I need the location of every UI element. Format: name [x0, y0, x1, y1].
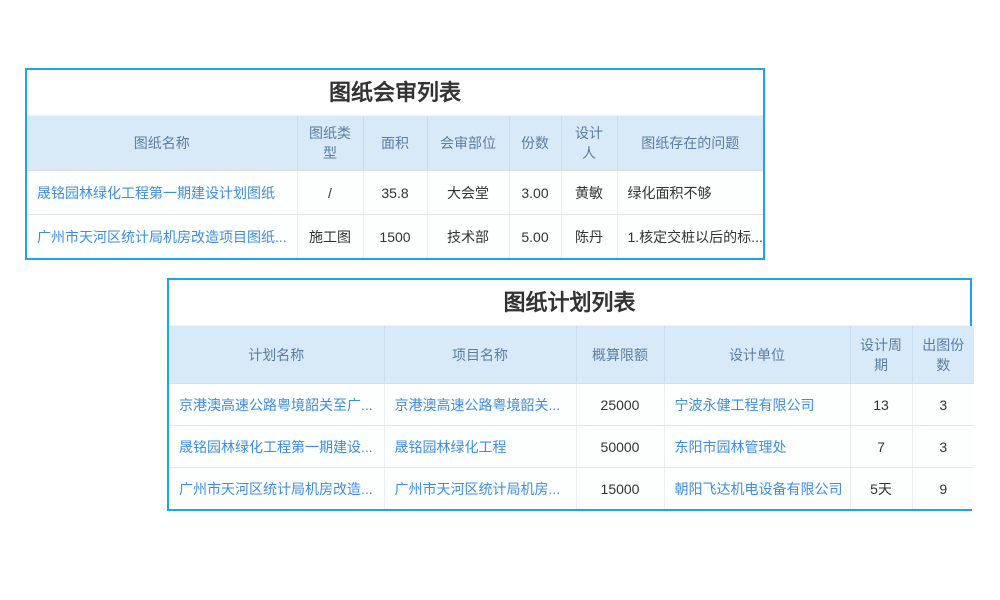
- drawing-type-cell: /: [297, 171, 363, 215]
- design-unit-link[interactable]: 宁波永健工程有限公司: [675, 397, 815, 413]
- drawing-plan-table: 计划名称 项目名称 概算限额 设计单位 设计周期 出图份数 京港澳高速公路粤境韶…: [169, 326, 974, 509]
- project-name-cell: 广州市天河区统计局机房...: [384, 468, 576, 510]
- review-header-row: 图纸名称 图纸类型 面积 会审部位 份数 设计人 图纸存在的问题: [27, 116, 763, 171]
- plan-col-budget-limit: 概算限额: [576, 326, 664, 384]
- review-col-review-location: 会审部位: [427, 116, 509, 171]
- design-cycle-cell: 13: [850, 384, 912, 426]
- plan-col-drawing-copies: 出图份数: [912, 326, 974, 384]
- plan-col-design-cycle: 设计周期: [850, 326, 912, 384]
- project-name-cell: 晟铭园林绿化工程: [384, 426, 576, 468]
- plan-header-row: 计划名称 项目名称 概算限额 设计单位 设计周期 出图份数: [169, 326, 974, 384]
- design-unit-cell: 东阳市园林管理处: [664, 426, 850, 468]
- drawing-copies-cell: 9: [912, 468, 974, 510]
- plan-name-cell: 晟铭园林绿化工程第一期建设...: [169, 426, 384, 468]
- review-col-drawing-name: 图纸名称: [27, 116, 297, 171]
- drawing-name-cell: 广州市天河区统计局机房改造项目图纸...: [27, 215, 297, 259]
- design-unit-cell: 宁波永健工程有限公司: [664, 384, 850, 426]
- design-cycle-cell: 7: [850, 426, 912, 468]
- design-unit-link[interactable]: 东阳市园林管理处: [675, 439, 787, 455]
- review-location-cell: 大会堂: [427, 171, 509, 215]
- design-unit-cell: 朝阳飞达机电设备有限公司: [664, 468, 850, 510]
- drawing-plan-panel: 图纸计划列表 计划名称 项目名称 概算限额 设计单位 设计周期 出图份数 京港澳…: [167, 278, 972, 511]
- drawing-review-panel: 图纸会审列表 图纸名称 图纸类型 面积 会审部位 份数 设计人 图纸存在的问题 …: [25, 68, 765, 260]
- drawing-plan-title: 图纸计划列表: [169, 280, 970, 326]
- project-name-cell: 京港澳高速公路粤境韶关...: [384, 384, 576, 426]
- project-name-link[interactable]: 京港澳高速公路粤境韶关...: [395, 397, 561, 413]
- budget-limit-cell: 25000: [576, 384, 664, 426]
- drawing-name-link[interactable]: 广州市天河区统计局机房改造项目图纸...: [37, 229, 287, 245]
- copies-cell: 3.00: [509, 171, 561, 215]
- budget-limit-cell: 15000: [576, 468, 664, 510]
- table-row: 晟铭园林绿化工程第一期建设计划图纸 / 35.8 大会堂 3.00 黄敏 绿化面…: [27, 171, 763, 215]
- designer-cell: 黄敏: [561, 171, 617, 215]
- review-location-cell: 技术部: [427, 215, 509, 259]
- plan-name-cell: 京港澳高速公路粤境韶关至广...: [169, 384, 384, 426]
- copies-cell: 5.00: [509, 215, 561, 259]
- plan-col-project-name: 项目名称: [384, 326, 576, 384]
- area-cell: 35.8: [363, 171, 427, 215]
- design-cycle-cell: 5天: [850, 468, 912, 510]
- designer-cell: 陈丹: [561, 215, 617, 259]
- drawing-review-title: 图纸会审列表: [27, 70, 763, 116]
- review-col-area: 面积: [363, 116, 427, 171]
- plan-name-link[interactable]: 晟铭园林绿化工程第一期建设...: [179, 439, 373, 455]
- review-col-designer: 设计人: [561, 116, 617, 171]
- drawing-copies-cell: 3: [912, 426, 974, 468]
- plan-col-plan-name: 计划名称: [169, 326, 384, 384]
- project-name-link[interactable]: 广州市天河区统计局机房...: [395, 481, 561, 497]
- table-row: 京港澳高速公路粤境韶关至广... 京港澳高速公路粤境韶关... 25000 宁波…: [169, 384, 974, 426]
- issues-cell: 1.核定交桩以后的标...: [617, 215, 763, 259]
- budget-limit-cell: 50000: [576, 426, 664, 468]
- project-name-link[interactable]: 晟铭园林绿化工程: [395, 439, 507, 455]
- table-row: 晟铭园林绿化工程第一期建设... 晟铭园林绿化工程 50000 东阳市园林管理处…: [169, 426, 974, 468]
- plan-name-link[interactable]: 广州市天河区统计局机房改造...: [179, 481, 373, 497]
- drawing-type-cell: 施工图: [297, 215, 363, 259]
- review-col-drawing-type: 图纸类型: [297, 116, 363, 171]
- design-unit-link[interactable]: 朝阳飞达机电设备有限公司: [675, 481, 843, 497]
- drawing-copies-cell: 3: [912, 384, 974, 426]
- review-col-issues: 图纸存在的问题: [617, 116, 763, 171]
- drawing-name-cell: 晟铭园林绿化工程第一期建设计划图纸: [27, 171, 297, 215]
- drawing-name-link[interactable]: 晟铭园林绿化工程第一期建设计划图纸: [37, 185, 275, 201]
- issues-cell: 绿化面积不够: [617, 171, 763, 215]
- plan-col-design-unit: 设计单位: [664, 326, 850, 384]
- drawing-review-table: 图纸名称 图纸类型 面积 会审部位 份数 设计人 图纸存在的问题 晟铭园林绿化工…: [27, 116, 763, 258]
- review-col-copies: 份数: [509, 116, 561, 171]
- table-row: 广州市天河区统计局机房改造项目图纸... 施工图 1500 技术部 5.00 陈…: [27, 215, 763, 259]
- plan-name-link[interactable]: 京港澳高速公路粤境韶关至广...: [179, 397, 373, 413]
- plan-name-cell: 广州市天河区统计局机房改造...: [169, 468, 384, 510]
- area-cell: 1500: [363, 215, 427, 259]
- table-row: 广州市天河区统计局机房改造... 广州市天河区统计局机房... 15000 朝阳…: [169, 468, 974, 510]
